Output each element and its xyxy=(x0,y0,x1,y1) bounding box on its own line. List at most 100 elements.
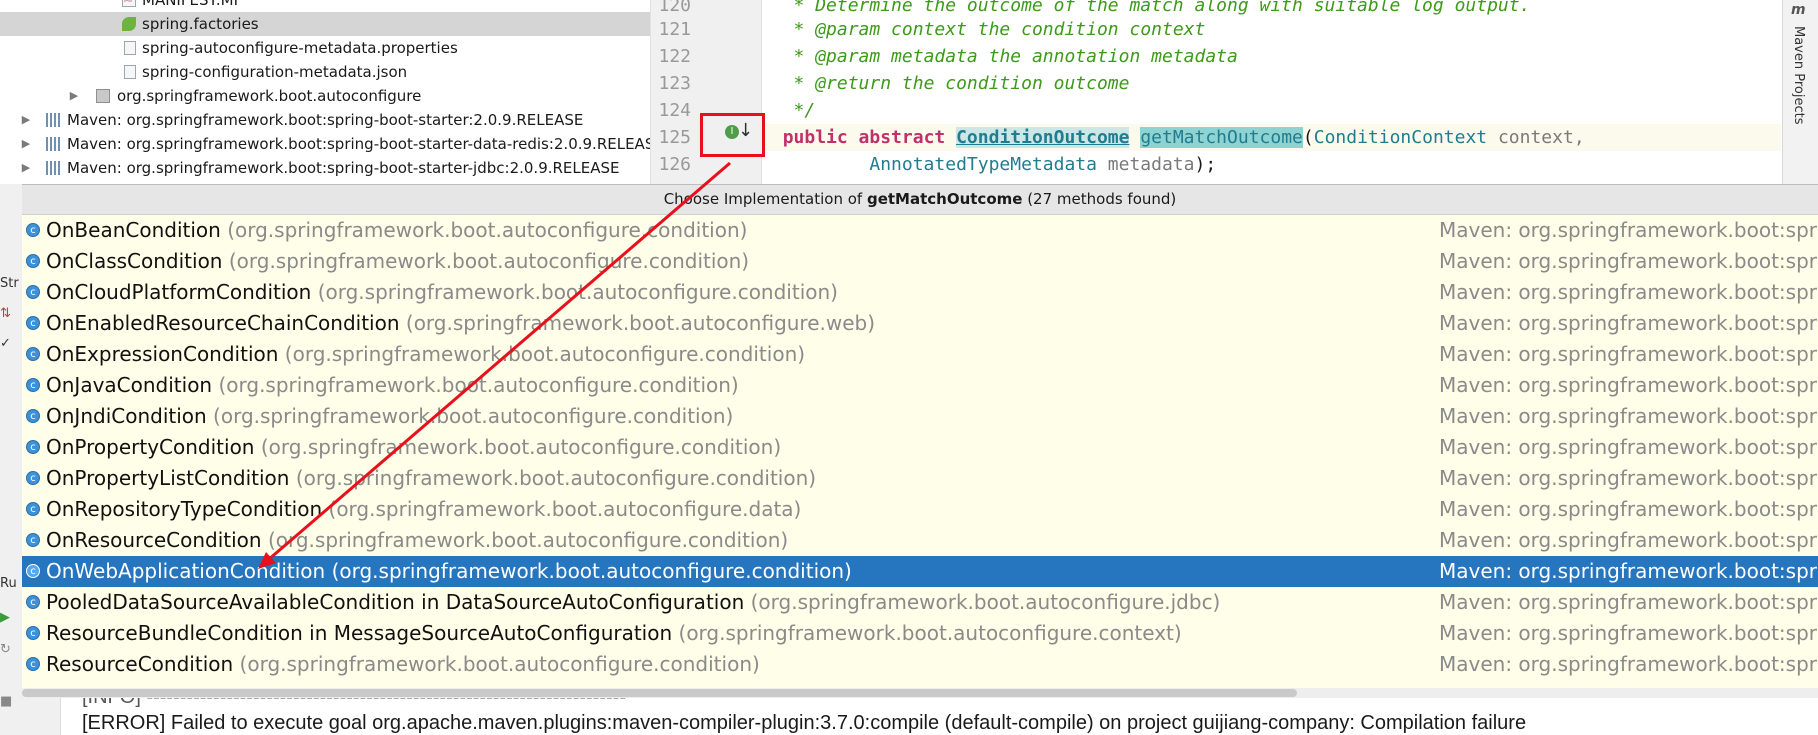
horizontal-scrollbar[interactable] xyxy=(22,688,1818,698)
implementation-item[interactable]: c OnJavaCondition (org.springframework.bo… xyxy=(22,370,1818,401)
implementation-item[interactable]: c OnBeanCondition (org.springframework.bo… xyxy=(22,215,1818,246)
code-editor[interactable]: 120 121 122 123 124 125 126 * Determine … xyxy=(651,0,1781,184)
implementation-location: Maven: org.springframework.boot:spr xyxy=(1439,373,1817,397)
run-icon[interactable]: ▶ xyxy=(0,610,10,625)
implementation-location: Maven: org.springframework.boot:spr xyxy=(1439,280,1817,304)
implementation-name: ResourceBundleCondition in MessageSource… xyxy=(46,618,1182,649)
file-icon xyxy=(124,41,136,55)
class-icon: c xyxy=(26,440,40,454)
arrow-down-icon: ↓ xyxy=(738,120,754,141)
maven-icon[interactable]: m xyxy=(1791,2,1806,18)
implementation-name: OnWebApplicationCondition (org.springfra… xyxy=(46,556,852,587)
class-name: PooledDataSourceAvailableCondition in Da… xyxy=(46,590,745,614)
check-icon[interactable]: ✓ xyxy=(0,336,11,351)
implementation-name: OnJndiCondition (org.springframework.boo… xyxy=(46,401,733,432)
implementation-item[interactable]: c OnPropertyCondition (org.springframewor… xyxy=(22,432,1818,463)
implementation-location: Maven: org.springframework.boot:spr xyxy=(1439,528,1817,552)
tree-item-maven-starter[interactable]: ▶ Maven: org.springframework.boot:spring… xyxy=(0,108,650,132)
code-line-current: public abstract ConditionOutcome getMatc… xyxy=(761,124,1781,151)
tree-item-spring-factories[interactable]: spring.factories xyxy=(0,12,650,36)
package-name: (org.springframework.boot.autoconfigure.… xyxy=(328,497,802,521)
class-icon: c xyxy=(26,533,40,547)
line-number: 123 xyxy=(658,73,691,94)
package-name: (org.springframework.boot.autoconfigure.… xyxy=(331,559,852,583)
stop-icon[interactable]: ■ xyxy=(0,694,12,709)
class-icon: c xyxy=(26,657,40,671)
class-name: OnResourceCondition xyxy=(46,528,262,552)
implementation-name: OnPropertyCondition (org.springframework… xyxy=(46,432,781,463)
class-icon: c xyxy=(26,378,40,392)
line-number: 126 xyxy=(658,154,691,175)
line-number: 125 xyxy=(658,127,691,148)
class-name: OnEnabledResourceChainCondition xyxy=(46,311,400,335)
class-name: OnBeanCondition xyxy=(46,218,221,242)
implementation-item[interactable]: c OnCloudPlatformCondition (org.springfra… xyxy=(22,277,1818,308)
implementation-item[interactable]: c OnResourceCondition (org.springframewor… xyxy=(22,525,1818,556)
run-tab[interactable]: Ru xyxy=(0,576,17,591)
class-icon: c xyxy=(26,316,40,330)
implementation-name: OnRepositoryTypeCondition (org.springfra… xyxy=(46,494,801,525)
tree-item-maven-data-redis[interactable]: ▶ Maven: org.springframework.boot:spring… xyxy=(0,132,650,156)
package-name: (org.springframework.boot.autoconfigure.… xyxy=(678,621,1182,645)
implementation-item[interactable]: c ResourceBundleCondition in MessageSourc… xyxy=(22,618,1818,649)
chevron-right-icon[interactable]: ▶ xyxy=(20,108,32,132)
implementation-item[interactable]: c OnEnabledResourceChainCondition (org.sp… xyxy=(22,308,1818,339)
implementation-location: Maven: org.springframework.boot:spr xyxy=(1439,218,1817,242)
maven-projects-tab[interactable]: Maven Projects xyxy=(1791,26,1806,125)
implementation-location: Maven: org.springframework.boot:spr xyxy=(1439,311,1817,335)
implementation-location: Maven: org.springframework.boot:spr xyxy=(1439,590,1817,614)
class-name: OnClassCondition xyxy=(46,249,223,273)
package-name: (org.springframework.boot.autoconfigure.… xyxy=(295,466,817,490)
implementation-location: Maven: org.springframework.boot:spr xyxy=(1439,621,1817,645)
implementation-item[interactable]: c ResourceCondition (org.springframework.… xyxy=(22,649,1818,680)
class-icon: c xyxy=(26,471,40,485)
code-line: */ xyxy=(793,100,816,121)
implementation-item[interactable]: c OnClassCondition (org.springframework.b… xyxy=(22,246,1818,277)
file-icon xyxy=(124,65,136,79)
implementation-location: Maven: org.springframework.boot:spr xyxy=(1439,435,1817,459)
tree-item-maven-jdbc[interactable]: ▶ Maven: org.springframework.boot:spring… xyxy=(0,156,650,180)
implementation-item[interactable]: c PooledDataSourceAvailableCondition in D… xyxy=(22,587,1818,618)
structure-tab[interactable]: Str xyxy=(0,276,19,291)
code-line: * @return the condition outcome xyxy=(793,73,1130,94)
line-number: 124 xyxy=(658,100,691,121)
tree-item-configuration-metadata[interactable]: spring-configuration-metadata.json xyxy=(0,60,650,84)
package-name: (org.springframework.boot.autoconfigure.… xyxy=(213,404,734,428)
rerun-icon[interactable]: ↻ xyxy=(0,642,11,657)
class-name: OnJndiCondition xyxy=(46,404,207,428)
chevron-right-icon[interactable]: ▶ xyxy=(20,132,32,156)
popup-title: Choose Implementation of getMatchOutcome… xyxy=(22,185,1818,215)
implementation-item[interactable]: c OnPropertyListCondition (org.springfram… xyxy=(22,463,1818,494)
class-name: OnPropertyCondition xyxy=(46,435,255,459)
package-name: (org.springframework.boot.autoconfigure.… xyxy=(267,528,789,552)
implementation-item[interactable]: c OnWebApplicationCondition (org.springfr… xyxy=(22,556,1818,587)
class-icon: c xyxy=(26,564,40,578)
implementation-item[interactable]: c OnJndiCondition (org.springframework.bo… xyxy=(22,401,1818,432)
package-name: (org.springframework.boot.autoconfigure.… xyxy=(239,652,760,676)
sort-icon[interactable]: ⇅ xyxy=(0,306,11,321)
tree-item-autoconfigure-metadata[interactable]: spring-autoconfigure-metadata.properties xyxy=(0,36,650,60)
package-name: (org.springframework.boot.autoconfigure.… xyxy=(405,311,876,335)
implementation-item[interactable]: c OnExpressionCondition (org.springframew… xyxy=(22,339,1818,370)
code-line: * @param context the condition context xyxy=(793,19,1206,40)
implemented-method-gutter-marker[interactable]: I ↓ xyxy=(700,113,765,157)
implementation-location: Maven: org.springframework.boot:spr xyxy=(1439,249,1817,273)
spring-leaf-icon xyxy=(122,17,136,31)
class-name: ResourceCondition xyxy=(46,652,234,676)
chevron-right-icon[interactable]: ▶ xyxy=(20,156,32,180)
implementation-name: OnResourceCondition (org.springframework… xyxy=(46,525,788,556)
package-name: (org.springframework.boot.autoconfigure.… xyxy=(218,373,739,397)
scrollbar-thumb[interactable] xyxy=(22,689,1297,697)
line-number: 121 xyxy=(658,19,691,40)
tree-item-package-autoconfigure[interactable]: ▶ org.springframework.boot.autoconfigure xyxy=(0,84,650,108)
package-icon xyxy=(96,89,110,103)
implementation-item[interactable]: c OnRepositoryTypeCondition (org.springfr… xyxy=(22,494,1818,525)
scroll-to-end-icon[interactable] xyxy=(22,698,61,735)
choose-implementation-popup: Choose Implementation of getMatchOutcome… xyxy=(22,184,1818,689)
tree-item-manifest[interactable]: MF MANIFEST.MF xyxy=(0,0,650,12)
implementation-name: OnExpressionCondition (org.springframewo… xyxy=(46,339,805,370)
class-name: OnRepositoryTypeCondition xyxy=(46,497,323,521)
package-name: (org.springframework.boot.autoconfigure.… xyxy=(284,342,806,366)
package-name: (org.springframework.boot.autoconfigure.… xyxy=(228,249,750,273)
chevron-right-icon[interactable]: ▶ xyxy=(68,84,80,108)
